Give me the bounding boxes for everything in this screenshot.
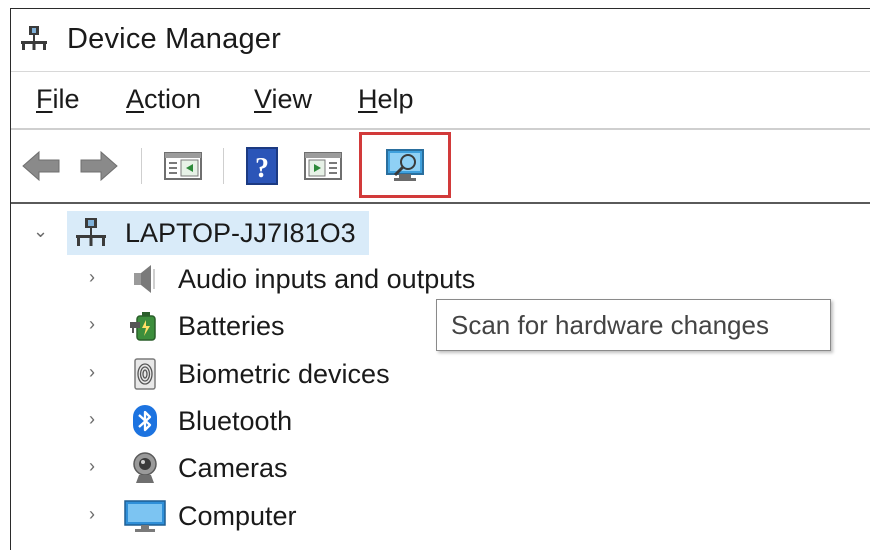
action-pane-icon[interactable]: [301, 144, 345, 188]
webcam-icon: [133, 452, 157, 483]
chevron-right-icon[interactable]: ›: [89, 314, 95, 335]
tree-item-label: Computer: [178, 501, 297, 531]
tree-item-label: Biometric devices: [178, 359, 390, 389]
toolbar: ?: [11, 130, 870, 204]
tooltip-text: Scan for hardware changes: [451, 310, 769, 340]
bluetooth-icon: [133, 405, 157, 437]
menu-help[interactable]: Help: [358, 84, 414, 115]
tree-item-cameras[interactable]: › Cameras: [11, 447, 411, 489]
tree-item-label: Batteries: [178, 311, 285, 341]
menu-file[interactable]: File: [36, 84, 80, 115]
tree-item-label: Audio inputs and outputs: [178, 264, 476, 294]
chevron-right-icon[interactable]: ›: [89, 362, 95, 383]
computer-network-icon: [76, 218, 106, 246]
fingerprint-icon: [134, 358, 156, 390]
svg-text:?: ?: [255, 153, 269, 184]
forward-arrow-icon[interactable]: [77, 144, 121, 188]
scan-hardware-icon[interactable]: [383, 144, 427, 188]
device-manager-window: Device Manager File Action View Help ? ⌄…: [10, 8, 870, 550]
tree-item-batteries[interactable]: › Batteries: [11, 305, 411, 347]
toolbar-separator: [223, 148, 224, 184]
tree-item-audio[interactable]: › Audio inputs and outputs: [11, 258, 611, 300]
tree-item-computer[interactable]: › Computer: [11, 495, 411, 537]
toolbar-separator: [141, 148, 142, 184]
tree-item-bluetooth[interactable]: › Bluetooth: [11, 400, 411, 442]
tree-item-label: Cameras: [178, 453, 288, 483]
chevron-right-icon[interactable]: ›: [89, 504, 95, 525]
device-tree: ⌄ LAPTOP-JJ7I81O3 › Audio inputs and out…: [11, 205, 870, 550]
back-arrow-icon[interactable]: [19, 144, 63, 188]
menu-view[interactable]: View: [254, 84, 312, 115]
tree-root-label: LAPTOP-JJ7I81O3: [125, 218, 356, 248]
tree-item-biometric[interactable]: › Biometric devices: [11, 353, 471, 395]
window-title: Device Manager: [67, 23, 281, 55]
scan-tooltip: Scan for hardware changes: [436, 299, 831, 351]
speaker-icon: [134, 265, 155, 293]
chevron-down-icon[interactable]: ⌄: [33, 221, 48, 242]
show-hide-console-tree-icon[interactable]: [161, 144, 205, 188]
chevron-right-icon[interactable]: ›: [89, 409, 95, 430]
menu-bar: File Action View Help: [11, 72, 870, 130]
battery-icon: [130, 312, 156, 341]
chevron-right-icon[interactable]: ›: [89, 267, 95, 288]
help-icon[interactable]: ?: [241, 144, 285, 188]
tree-item-label: Bluetooth: [178, 406, 293, 436]
menu-action[interactable]: Action: [126, 84, 201, 115]
monitor-icon: [124, 500, 166, 532]
computer-network-icon: [21, 26, 47, 50]
chevron-right-icon[interactable]: ›: [89, 456, 95, 477]
tree-root-computer[interactable]: ⌄ LAPTOP-JJ7I81O3: [11, 212, 411, 254]
title-bar: Device Manager: [11, 9, 870, 72]
